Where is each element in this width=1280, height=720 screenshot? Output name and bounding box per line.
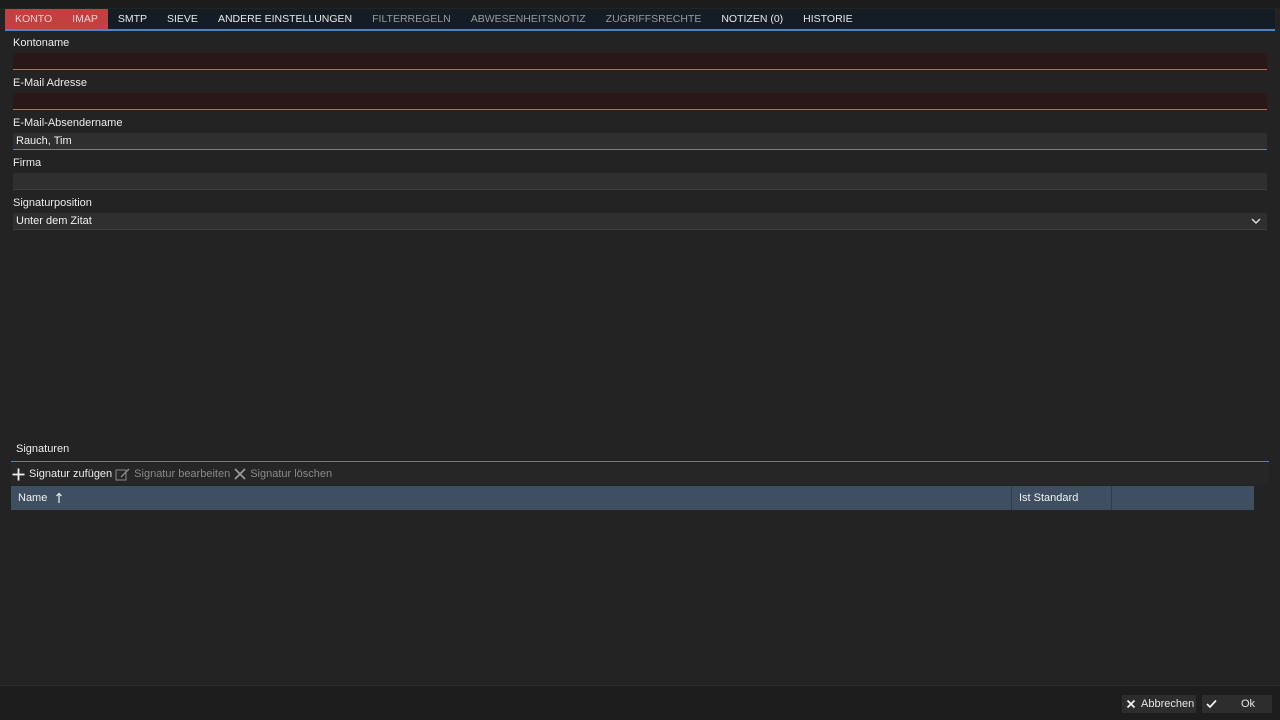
tab-andere-einstellungen[interactable]: ANDERE EINSTELLUNGEN [208,9,362,29]
signatures-title: Signaturen [16,443,70,455]
signatures-toolbar: Signatur zufügen Signatur bearbeiten Sig… [11,463,1269,485]
signature-position-select[interactable]: Unter dem Zitat [13,213,1267,230]
tab-smtp[interactable]: SMTP [108,9,157,29]
add-signature-button[interactable]: Signatur zufügen [11,464,112,484]
chevron-down-icon [1251,218,1261,224]
account-form: Kontoname E-Mail Adresse E-Mail-Absender… [13,33,1267,230]
add-signature-label: Signatur zufügen [29,468,113,480]
column-is-default-label: Ist Standard [1019,492,1079,504]
ok-label: Ok [1241,698,1256,710]
tab-bar: KONTO IMAP SMTP SIEVE ANDERE EINSTELLUNG… [5,9,1275,31]
company-label: Firma [13,157,42,169]
cancel-button[interactable]: Abbrechen [1122,695,1196,713]
signatures-grid-header: Name Ist Standard [11,486,1254,510]
company-input[interactable] [13,173,1267,190]
column-header-filler [1112,486,1254,510]
tab-abwesenheitsnotiz[interactable]: ABWESENHEITSNOTIZ [461,9,596,29]
close-icon [1126,699,1136,709]
tab-imap[interactable]: IMAP [62,9,108,29]
column-header-name[interactable]: Name [11,486,1012,510]
sort-ascending-icon [56,492,63,503]
tab-sieve[interactable]: SIEVE [157,9,208,29]
account-name-label: Kontoname [13,37,70,49]
signature-position-label: Signaturposition [13,197,92,209]
edit-signature-button[interactable]: Signatur bearbeiten [115,464,230,484]
edit-icon [115,468,130,480]
column-header-is-default[interactable]: Ist Standard [1012,486,1112,510]
ok-button[interactable]: Ok [1202,695,1272,713]
edit-account-dialog: KONTO IMAP SMTP SIEVE ANDERE EINSTELLUNG… [0,0,1280,720]
checkmark-icon [1206,699,1217,709]
tab-notizen[interactable]: NOTIZEN (0) [711,9,793,29]
edit-signature-label: Signatur bearbeiten [134,468,231,480]
signatures-section-header: Signaturen [11,440,1269,462]
delete-signature-label: Signatur löschen [250,468,333,480]
email-input[interactable] [13,93,1267,110]
delete-signature-button[interactable]: Signatur löschen [233,464,332,484]
tab-zugriffsrechte[interactable]: ZUGRIFFSRECHTE [596,9,712,29]
tab-filterregeln[interactable]: FILTERREGELN [362,9,461,29]
signature-position-value: Unter dem Zitat [16,215,92,227]
account-name-input[interactable] [13,53,1267,70]
column-name-label: Name [18,492,48,504]
email-label: E-Mail Adresse [13,77,87,89]
sender-name-label: E-Mail-Absendername [13,117,123,129]
top-strip [0,0,1280,8]
sender-name-input[interactable] [13,133,1267,150]
dialog-footer: Abbrechen Ok [0,685,1280,720]
cancel-label: Abbrechen [1141,698,1195,710]
tab-konto[interactable]: KONTO [5,9,63,29]
tab-historie[interactable]: HISTORIE [793,9,862,29]
plus-icon [12,468,25,480]
close-icon [234,468,246,480]
